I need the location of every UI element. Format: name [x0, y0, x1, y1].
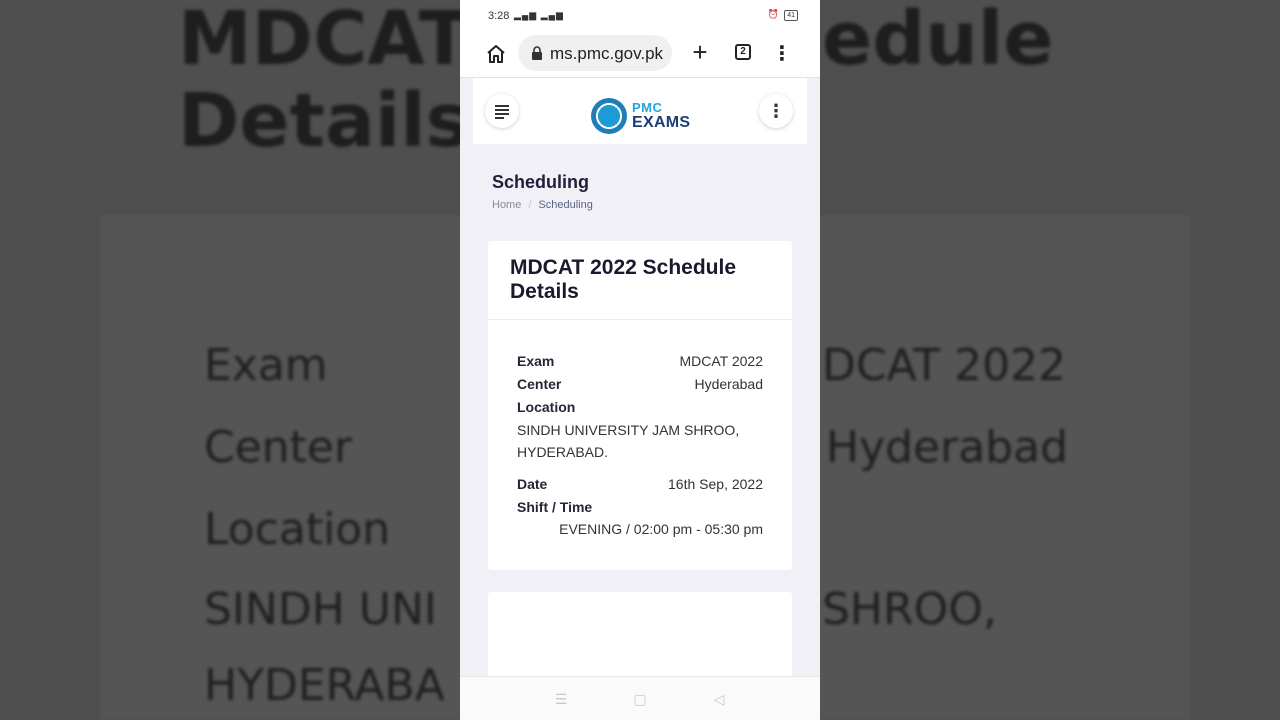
- exam-value: MDCAT 2022: [679, 353, 763, 369]
- shift-label: Shift / Time: [517, 499, 593, 515]
- status-time: 3:28: [488, 10, 510, 22]
- plus-icon[interactable]: +: [688, 39, 712, 65]
- browser-toolbar: ms.pmc.gov.pk + 2 ⋮: [460, 32, 820, 78]
- center-value: Hyderabad: [694, 376, 764, 392]
- hamburger-icon[interactable]: [485, 94, 519, 128]
- card-title: MDCAT 2022 Schedule Details: [510, 256, 737, 303]
- breadcrumb-home[interactable]: Home: [492, 199, 521, 211]
- battery-icon: 41: [784, 10, 798, 21]
- alarm-icon: ⏰: [767, 9, 779, 19]
- location-value: SINDH UNIVERSITY JAM SHROO, HYDERABAD.: [517, 422, 740, 460]
- center-label: Center: [517, 376, 562, 392]
- breadcrumb: Home / Scheduling: [492, 199, 593, 211]
- bg-row-sindh: SINDH UNI: [204, 584, 437, 635]
- bg-row-exam-value: DCAT 2022: [822, 340, 1067, 391]
- site-header: PMC EXAMS ⋮: [473, 78, 807, 144]
- location-label: Location: [517, 399, 576, 415]
- recents-icon[interactable]: ☰: [552, 690, 570, 708]
- pmc-exams-logo[interactable]: PMC EXAMS: [591, 98, 691, 138]
- kebab-icon[interactable]: ⋮: [759, 94, 793, 128]
- bg-title-line1: MDCAT: [178, 0, 470, 82]
- bg-title-line1-right: edule: [822, 0, 1054, 82]
- phone-screen: 3:28 ▂▄▆ ▂▄▆ ⏰ 41 ms.pmc.gov.pk + 2 ⋮ PM…: [460, 0, 820, 720]
- date-label: Date: [517, 476, 548, 492]
- bg-title-line2: Details: [178, 78, 470, 164]
- breadcrumb-current: Scheduling: [538, 199, 593, 211]
- card-header: MDCAT 2022 Schedule Details: [488, 241, 792, 320]
- bg-row-location: Location: [204, 504, 391, 555]
- home-nav-icon[interactable]: ▢: [631, 690, 649, 708]
- signal-icon: ▂▄▆ ▂▄▆: [514, 10, 564, 20]
- logo-text-top: PMC: [632, 100, 663, 115]
- exam-label: Exam: [517, 353, 555, 369]
- bg-row-center-value: Hyderabad: [826, 422, 1068, 473]
- shift-value: EVENING / 02:00 pm - 05:30 pm: [559, 521, 763, 537]
- bg-row-center: Center: [204, 422, 353, 473]
- logo-text-bottom: EXAMS: [632, 114, 691, 131]
- address-bar[interactable]: ms.pmc.gov.pk: [518, 35, 672, 71]
- schedule-card: MDCAT 2022 Schedule Details Exam MDCAT 2…: [488, 241, 792, 570]
- status-bar: 3:28 ▂▄▆ ▂▄▆ ⏰ 41: [460, 0, 820, 32]
- date-value: 16th Sep, 2022: [668, 476, 763, 492]
- bg-row-sindh-right: SHROO,: [822, 584, 997, 635]
- system-nav-bar: ☰ ▢ ◁: [460, 676, 820, 720]
- bg-row-hyd: HYDERABA: [204, 660, 445, 711]
- tabs-icon[interactable]: 2: [735, 44, 751, 60]
- bg-row-exam: Exam: [204, 340, 328, 391]
- status-right: ⏰ 41: [767, 9, 798, 21]
- page-title: Scheduling: [492, 172, 590, 192]
- url-text: ms.pmc.gov.pk: [550, 44, 664, 63]
- logo-emblem-icon: [591, 98, 627, 134]
- lock-icon: [532, 46, 542, 60]
- menu-icon[interactable]: ⋮: [772, 42, 792, 66]
- home-icon[interactable]: [484, 42, 508, 66]
- back-icon[interactable]: ◁: [710, 690, 728, 708]
